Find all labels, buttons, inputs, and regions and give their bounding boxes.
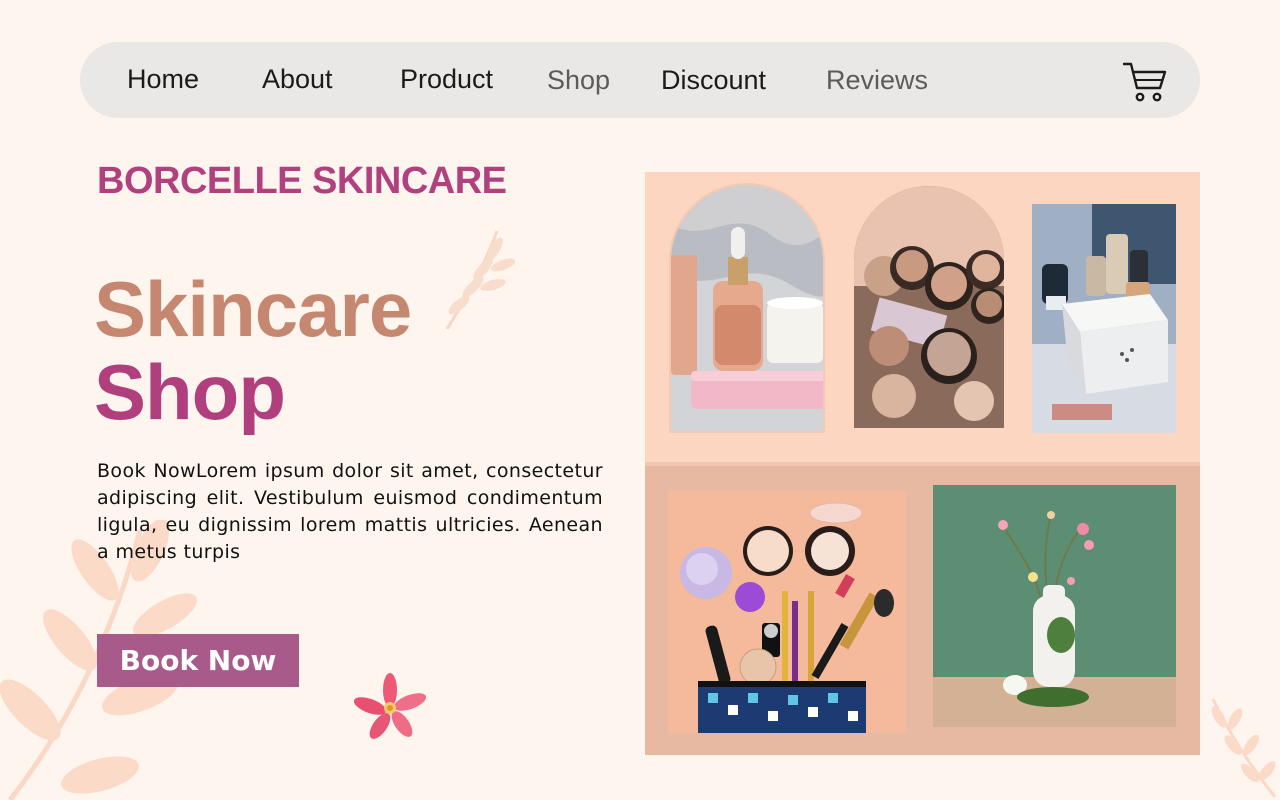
nav-item-shop[interactable]: Shop (547, 65, 610, 96)
hero-title-line2: Shop (94, 348, 286, 436)
top-navbar (80, 42, 1200, 118)
hero-description: Book NowLorem ipsum dolor sit amet, cons… (97, 460, 603, 563)
book-now-button[interactable]: Book Now (97, 634, 299, 687)
vase-flowers-photo (933, 485, 1176, 727)
shopping-cart-icon[interactable] (1122, 60, 1168, 104)
serum-bottle-photo (669, 183, 825, 433)
nav-item-reviews[interactable]: Reviews (826, 65, 928, 96)
nav-item-product[interactable]: Product (400, 64, 493, 95)
brand-name: BORCELLE SKINCARE (97, 160, 507, 202)
nav-item-about[interactable]: About (262, 64, 333, 95)
nav-item-discount[interactable]: Discount (661, 65, 766, 96)
hero-title-line1: Skincare (94, 265, 412, 353)
makeup-pouch-photo (668, 491, 906, 733)
lily-flower-decoration (354, 673, 426, 739)
nav-item-home[interactable]: Home (127, 64, 199, 95)
leaf-sprig-decoration (445, 230, 515, 330)
corner-leaf-decoration (1211, 698, 1277, 798)
perfume-bottles-photo (1032, 204, 1176, 433)
powder-compacts-photo (854, 186, 1004, 428)
